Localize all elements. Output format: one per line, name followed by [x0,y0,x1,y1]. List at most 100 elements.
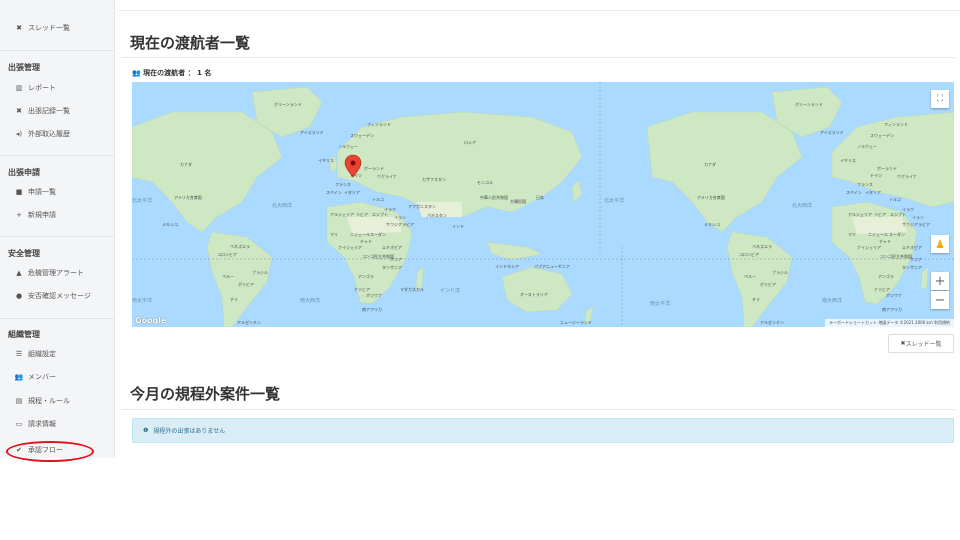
map-label: メキシコ [162,222,178,227]
sidebar-item-members[interactable]: 👥 メンバー [14,368,56,386]
tools-icon: ✖ [16,24,22,32]
sidebar-item-billing[interactable]: ▭ 請求情報 [14,415,56,433]
map-label: スーダン [889,232,905,237]
map-label: パキスタン [427,213,447,218]
map-label: アルジェリア [330,212,354,217]
map-label: ブラジル [252,270,268,275]
map-label: エチオピア [382,245,402,250]
sidebar-item-new-apply[interactable]: + 新規申請 [14,206,56,224]
main-content: 現在の渡航者一覧 👥 現在の渡航者 ： 1 名 グリーンランド グリーンランド … [118,0,960,540]
map-label: マリ [848,232,856,237]
map-label: ケニア [910,257,922,262]
map-label: スペイン [846,190,862,195]
map-label: 中華人民共和国 [480,195,508,200]
fullscreen-button[interactable]: ⛶ [931,90,949,108]
plus-icon: + [934,273,946,289]
map-label: エチオピア [902,245,922,250]
map-label: イタリア [865,190,881,195]
map-label: サウジアラビア [386,222,414,227]
map-label: アルゼンチン [760,320,784,325]
sidebar-item-risk-alert[interactable]: ▲ 危機管理アラート [14,264,84,282]
top-divider [118,10,960,11]
map-label: コロンビア [739,252,759,257]
sidebar-divider [0,236,114,237]
map-label: 南アフリカ [882,307,902,312]
map-label: インド [452,224,464,229]
sidebar-item-safety-message[interactable]: ● 安否確認メッセージ [14,287,91,305]
map-label: 北太平洋 [604,198,625,204]
map-label: 大韓民国 [510,199,526,204]
map-label: 南大西洋 [822,298,843,304]
map-label: ロシア [464,140,476,145]
pegman-icon: ♟ [935,237,945,251]
map-label: イタリア [344,190,360,195]
sidebar-item-rules[interactable]: ▤ 規程・ルール [14,392,70,410]
map-label: 南アフリカ [362,307,382,312]
sidebar: ✖ スレッド一覧 出張管理 ▥ レポート ✖ 出張記録一覧 ◂) 外部取込履歴 … [0,0,115,458]
info-icon: ❶ [143,427,149,434]
map-label: カナダ [180,162,192,167]
map-label: ポーランド [364,166,384,171]
map-label: モンゴル [477,180,493,185]
map-label: フランス [857,182,873,187]
thread-list-button[interactable]: ✖ スレッド一覧 [888,334,954,353]
map-label: 北大西洋 [792,203,813,209]
map-label: 南太平洋 [132,298,153,304]
map-label: タンザニア [382,265,402,270]
sidebar-section-trip: 出張管理 [8,63,40,72]
world-map[interactable]: グリーンランド グリーンランド アイスランド アイスランド フィンランド フィン… [132,82,954,327]
users-icon: 👥 [132,69,144,77]
sidebar-item-external-inbox[interactable]: ◂) 外部取込履歴 [14,125,70,143]
map-label: アイスランド [300,130,324,135]
section-title: 今月の規程外案件一覧 [130,385,281,403]
map-label: ニュージーランド [560,320,592,325]
map-label: スウェーデン [350,133,374,138]
map-label: マリ [330,232,338,237]
map-label: ニジェール [868,232,888,237]
map-label: 北太平洋 [132,198,153,204]
sidebar-divider [0,155,114,156]
warning-icon: ▲ [16,269,22,277]
traveler-count: 👥 現在の渡航者 ： 1 名 [132,69,212,77]
highlight-annotation-circle [6,441,94,462]
users-icon: 👥 [14,373,24,381]
sidebar-item-thread-list[interactable]: ✖ スレッド一覧 [14,19,70,37]
map-label: ドイツ [870,173,882,178]
map-label: エジプト [372,212,388,217]
map-label: スペイン [326,190,342,195]
section-divider [122,409,956,410]
map-label: オーストラリア [520,292,548,297]
sidebar-item-apply-list[interactable]: ■ 申請一覧 [14,183,56,201]
map-credit[interactable]: キーボードショートカット 地図データ ©2021 2000 km 利用規約 [825,319,954,327]
sidebar-section-apply: 出張申請 [8,168,40,177]
zoom-out-button[interactable]: − [931,291,949,309]
card-icon: ▭ [15,420,23,428]
info-alert: ❶ 規程外の出張はありません [132,418,954,443]
minus-icon: − [934,292,946,308]
sidebar-item-trip-records[interactable]: ✖ 出張記録一覧 [14,102,70,120]
map-label: ニジェール [350,232,370,237]
map-label: リビア [356,212,368,217]
map-label: フランス [335,182,351,187]
sidebar-item-org-settings[interactable]: ☰ 組織設定 [14,345,56,363]
map-label: ナイジェリア [338,245,362,250]
map-label: ボリビア [760,282,776,287]
street-view-button[interactable]: ♟ [931,235,949,253]
map-label: スウェーデン [870,133,894,138]
sound-icon: ◂) [15,130,23,138]
sidebar-divider [0,318,114,319]
map-label: コロンビア [217,252,237,257]
zoom-in-button[interactable]: + [931,272,949,290]
plus-icon: + [16,211,22,219]
map-label: 南太平洋 [650,301,671,307]
map-label: フィンランド [367,122,391,127]
map-label: コンゴ民主共和国 [880,254,912,259]
map-label: トルコ [889,197,901,202]
map-label: ケニア [390,257,402,262]
map-label: トルコ [372,197,384,202]
map-label: アンゴラ [358,274,374,279]
map-label: ボリビア [238,282,254,287]
map-label: イギリス [318,158,334,163]
sidebar-item-report[interactable]: ▥ レポート [14,79,56,97]
map-label: スーダン [370,232,386,237]
